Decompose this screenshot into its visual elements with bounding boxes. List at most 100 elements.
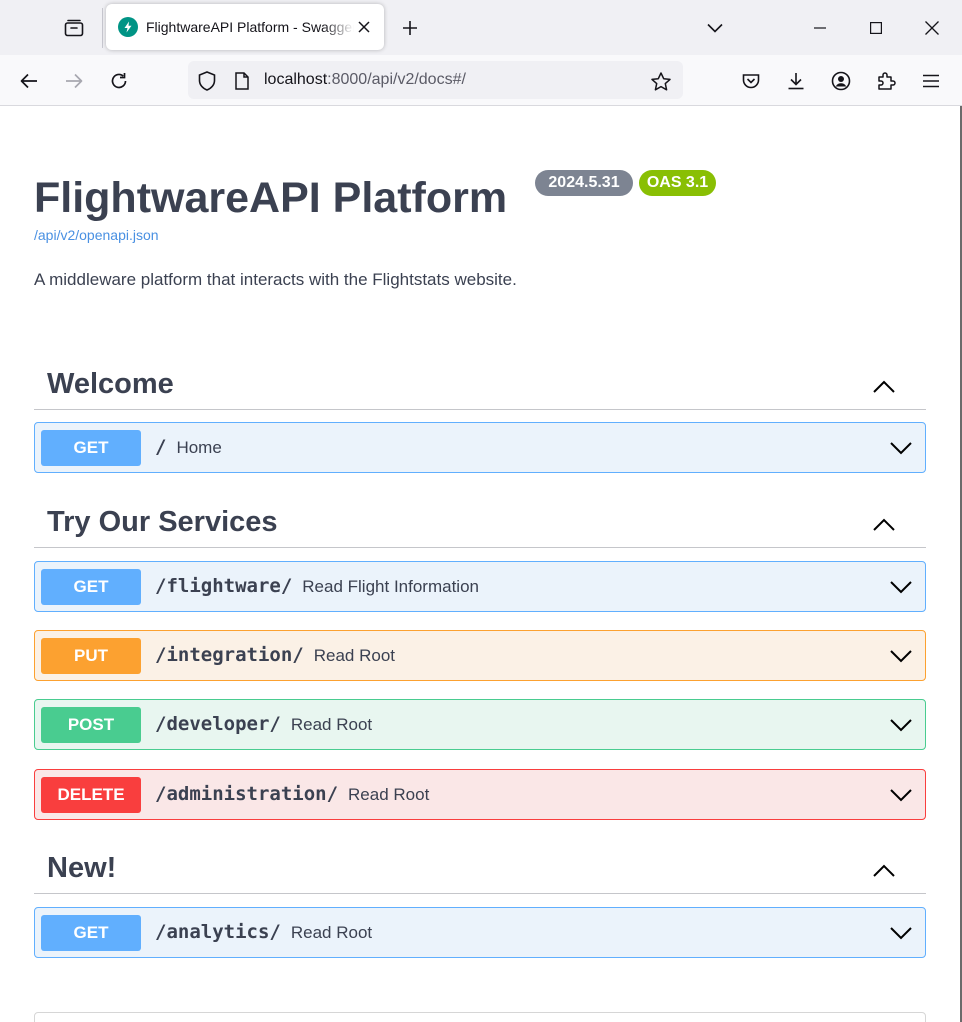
operation-expand-button[interactable] [887, 919, 915, 947]
reload-button[interactable] [103, 65, 135, 97]
page-icon[interactable] [232, 70, 252, 92]
window-close-button[interactable] [910, 8, 954, 48]
chevron-up-icon [873, 380, 895, 393]
tab-close-button[interactable] [354, 17, 374, 37]
maximize-button[interactable] [854, 8, 898, 48]
url-host: localhost [264, 71, 328, 88]
fastapi-bolt-icon [118, 17, 138, 37]
pocket-button[interactable] [735, 65, 767, 97]
http-method-badge: GET [41, 915, 141, 951]
operation-expand-button[interactable] [887, 711, 915, 739]
pocket-icon [742, 74, 760, 89]
operation-path-text: / [155, 436, 167, 458]
minimize-button[interactable] [798, 8, 842, 48]
version-badge: 2024.5.31 [535, 170, 633, 196]
shield-icon[interactable] [196, 70, 218, 92]
chevron-up-icon [873, 518, 895, 531]
http-method-badge: GET [41, 430, 141, 466]
app-menu-button[interactable] [915, 65, 947, 97]
chevron-down-icon [890, 926, 912, 939]
section-header-new[interactable]: New! [34, 846, 926, 894]
chevron-down-icon [707, 23, 723, 33]
list-all-tabs-button[interactable] [702, 16, 728, 40]
operation-path: /analytics/Read Root [155, 921, 372, 943]
operation-path-text: /analytics/ [155, 921, 281, 943]
api-description: A middleware platform that interacts wit… [34, 270, 517, 289]
operation-expand-button[interactable] [887, 642, 915, 670]
operation-path: / Home [155, 436, 222, 458]
tab-list-icon [64, 19, 84, 37]
operation-summary: Read Root [348, 785, 430, 804]
oas-version-badge: OAS 3.1 [639, 170, 716, 196]
chevron-down-icon [890, 788, 912, 801]
operation-summary: Home [176, 438, 222, 457]
maximize-icon [870, 22, 882, 34]
url-bar[interactable]: localhost:8000/api/v2/docs#/ [188, 61, 683, 99]
tab-title: FlightwareAPI Platform - Swagger UI [146, 19, 354, 35]
back-button[interactable] [13, 65, 45, 97]
operation-summary: Read Root [313, 646, 395, 665]
bookmark-star-button[interactable] [650, 70, 672, 92]
http-method-badge: POST [41, 707, 141, 743]
section-title: Try Our Services [47, 506, 278, 538]
operation-path-text: /integration/ [155, 644, 304, 666]
window-close-icon [925, 21, 939, 35]
extensions-button[interactable] [870, 65, 902, 97]
section-collapse-button[interactable] [868, 854, 900, 886]
chevron-down-icon [890, 441, 912, 454]
operation-path-text: /flightware/ [155, 575, 293, 597]
url-path: :8000/api/v2/docs#/ [327, 71, 466, 88]
operation-expand-button[interactable] [887, 781, 915, 809]
operation-path: /flightware/Read Flight Information [155, 575, 479, 597]
operation-delete-administration[interactable]: DELETE /administration/Read Root [34, 769, 926, 820]
browser-tab-active[interactable]: FlightwareAPI Platform - Swagger UI [106, 4, 384, 50]
browser-tab-bar: FlightwareAPI Platform - Swagger UI [0, 0, 962, 55]
openapi-json-link[interactable]: /api/v2/openapi.json [34, 227, 159, 243]
operation-path: /integration/Read Root [155, 644, 395, 666]
back-arrow-icon [20, 73, 37, 89]
operation-post-developer[interactable]: POST /developer/Read Root [34, 699, 926, 750]
tab-list-button[interactable] [58, 14, 90, 42]
operation-summary: Read Root [290, 923, 373, 942]
tab-separator [102, 8, 103, 48]
chevron-down-icon [890, 649, 912, 662]
download-icon [788, 73, 804, 90]
swagger-page: FlightwareAPI Platform 2024.5.31 OAS 3.1… [0, 106, 962, 1022]
minimize-icon [814, 27, 826, 29]
forward-arrow-icon [66, 73, 83, 89]
hamburger-menu-icon [923, 74, 939, 88]
operation-put-integration[interactable]: PUT /integration/Read Root [34, 630, 926, 681]
section-header-welcome[interactable]: Welcome [34, 362, 926, 410]
reload-icon [111, 73, 127, 89]
browser-nav-bar: localhost:8000/api/v2/docs#/ [0, 55, 962, 106]
operation-expand-button[interactable] [887, 434, 915, 462]
http-method-badge: PUT [41, 638, 141, 674]
operation-get-home[interactable]: GET / Home [34, 422, 926, 473]
http-method-badge: GET [41, 569, 141, 605]
url-text[interactable]: localhost:8000/api/v2/docs#/ [264, 71, 466, 89]
plus-icon [403, 21, 417, 35]
api-title: FlightwareAPI Platform [34, 174, 508, 222]
operation-summary: Read Root [290, 715, 373, 734]
operation-get-analytics[interactable]: GET /analytics/Read Root [34, 907, 926, 958]
operation-summary: Read Flight Information [302, 577, 479, 596]
chevron-down-icon [890, 580, 912, 593]
section-header-try-our-services[interactable]: Try Our Services [34, 500, 926, 548]
section-collapse-button[interactable] [868, 508, 900, 540]
chevron-down-icon [890, 718, 912, 731]
operation-path: /administration/Read Root [155, 783, 429, 805]
section-collapse-button[interactable] [868, 370, 900, 402]
forward-button[interactable] [58, 65, 90, 97]
chevron-up-icon [873, 864, 895, 877]
close-icon [358, 21, 370, 33]
downloads-button[interactable] [780, 65, 812, 97]
star-icon [651, 71, 671, 91]
account-icon [831, 71, 851, 91]
section-title: New! [47, 852, 117, 884]
account-button[interactable] [825, 65, 857, 97]
new-tab-button[interactable] [396, 16, 424, 40]
operation-get-flightware[interactable]: GET /flightware/Read Flight Information [34, 561, 926, 612]
operation-expand-button[interactable] [887, 573, 915, 601]
http-method-badge: DELETE [41, 777, 141, 813]
operation-path: /developer/Read Root [155, 713, 372, 735]
